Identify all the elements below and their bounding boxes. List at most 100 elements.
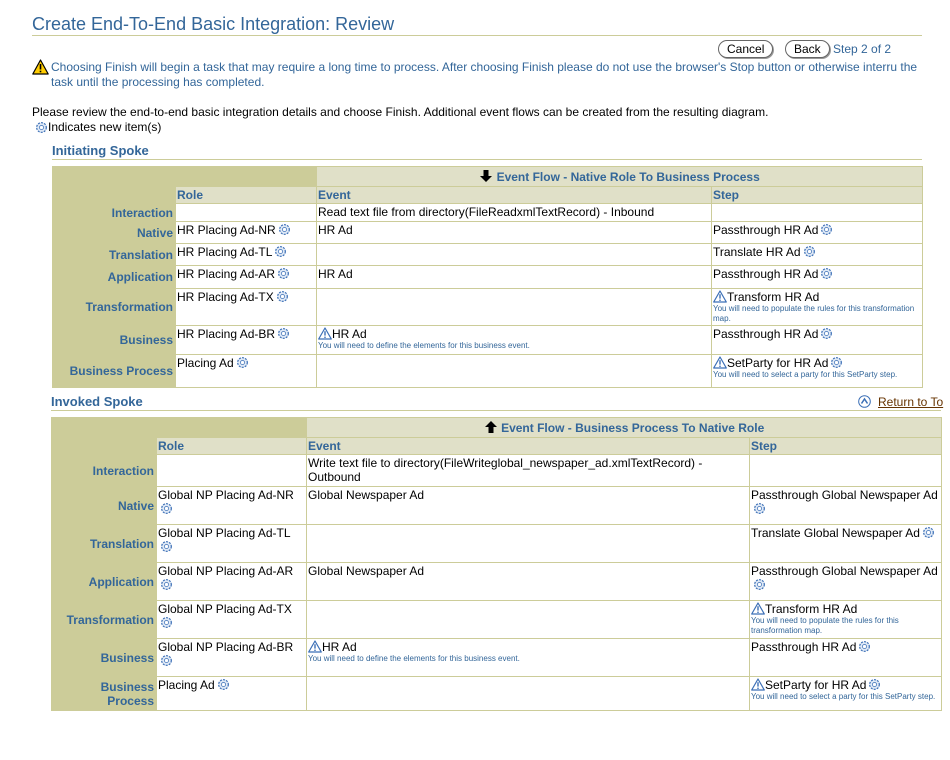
role-cell: HR Placing Ad-TL xyxy=(175,243,317,266)
review-instructions: Please review the end-to-end basic integ… xyxy=(32,105,769,119)
role-cell: HR Placing Ad-NR xyxy=(175,221,317,244)
role-cell: HR Placing Ad-AR xyxy=(175,265,317,289)
step-name: SetParty for HR Ad xyxy=(727,356,829,370)
table-row: Business Process Placing Ad SetParty for H… xyxy=(52,354,923,388)
step-column-header: Step xyxy=(711,186,923,204)
step-column-header: Step xyxy=(749,437,942,455)
step-name: Transform HR Ad xyxy=(765,602,858,616)
event-name: HR Ad xyxy=(322,640,357,654)
event-flow-header: Event Flow - Business Process To Native … xyxy=(306,417,942,438)
step-name: Passthrough Global Newspaper Ad xyxy=(751,564,938,578)
role-name: Global NP Placing Ad-AR xyxy=(158,564,294,578)
new-item-icon xyxy=(803,245,816,258)
new-item-icon xyxy=(217,678,230,691)
role-column-header: Role xyxy=(156,437,307,455)
row-label: Business Process xyxy=(52,354,176,388)
new-item-icon xyxy=(236,356,249,369)
row-label: Translation xyxy=(51,524,157,563)
step-name: Transform HR Ad xyxy=(727,290,820,304)
new-item-icon xyxy=(160,616,173,629)
back-button[interactable]: Back xyxy=(785,40,830,58)
table-row: Translation HR Placing Ad-TL Translate HR … xyxy=(52,243,923,266)
role-name: HR Placing Ad-TX xyxy=(177,290,274,304)
section-divider xyxy=(51,410,941,411)
row-label: Business xyxy=(52,325,176,355)
invoked-spoke-table: Event Flow - Business Process To Native … xyxy=(51,417,942,711)
table-row: Translation Global NP Placing Ad-TL Transl… xyxy=(51,524,942,563)
table-row: Transformation Global NP Placing Ad-TX Tra… xyxy=(51,600,942,639)
warning-icon xyxy=(751,602,765,615)
new-item-icon xyxy=(820,223,833,236)
event-column-header: Event xyxy=(316,186,712,204)
new-item-legend: Indicates new item(s) xyxy=(48,120,162,134)
warning-icon xyxy=(713,356,727,369)
step-cell: Passthrough HR Ad xyxy=(749,638,942,677)
role-name: HR Placing Ad-NR xyxy=(177,223,276,237)
step-indicator: Step 2 of 2 xyxy=(833,42,892,56)
row-label: Application xyxy=(51,562,157,601)
event-cell xyxy=(306,524,750,563)
step-cell: Transform HR Ad You will need to populate… xyxy=(749,600,942,639)
new-item-icon xyxy=(922,526,935,539)
page-title: Create End-To-End Basic Integration: Rev… xyxy=(32,14,395,34)
role-name: HR Placing Ad-TL xyxy=(177,245,273,259)
role-cell: Global NP Placing Ad-TX xyxy=(156,600,307,639)
role-cell: Global NP Placing Ad-TL xyxy=(156,524,307,563)
table-row: Application HR Placing Ad-AR HR Ad Passthro… xyxy=(52,265,923,289)
new-item-icon xyxy=(278,223,291,236)
warning-message: Choosing Finish will begin a task that m… xyxy=(51,60,918,89)
row-label: Business Process xyxy=(51,676,157,711)
event-cell: Read text file from directory(FileReadxm… xyxy=(316,203,712,222)
step-cell: SetParty for HR Ad You will need to selec… xyxy=(711,354,923,388)
row-label: Transformation xyxy=(52,288,176,326)
row-label: Business xyxy=(51,638,157,677)
step-name: SetParty for HR Ad xyxy=(765,678,867,692)
event-column-header: Event xyxy=(306,437,750,455)
event-cell: Write text file to directory(FileWritegl… xyxy=(306,454,750,487)
warning-icon xyxy=(318,327,332,340)
corner-cell xyxy=(51,417,157,455)
event-flow-title: Event Flow - Native Role To Business Pro… xyxy=(496,170,760,184)
event-name: HR Ad xyxy=(318,223,353,237)
role-cell: HR Placing Ad-BR xyxy=(175,325,317,355)
event-cell xyxy=(316,354,712,388)
event-cell xyxy=(306,600,750,639)
new-item-icon xyxy=(35,121,48,134)
step-name: Passthrough HR Ad xyxy=(713,223,819,237)
event-name: Global Newspaper Ad xyxy=(308,564,425,578)
row-label: Interaction xyxy=(51,454,157,487)
corner-cell xyxy=(52,166,176,204)
step-note: You will need to populate the rules for … xyxy=(751,616,899,635)
table-row: Native HR Placing Ad-NR HR Ad Passthrough H… xyxy=(52,221,923,244)
table-row: Business HR Placing Ad-BR HR Ad You will ne… xyxy=(52,325,923,355)
role-cell: Placing Ad xyxy=(175,354,317,388)
cancel-button[interactable]: Cancel xyxy=(718,40,774,58)
event-flow-title: Event Flow - Business Process To Native … xyxy=(501,421,765,435)
step-cell: Translate Global Newspaper Ad xyxy=(749,524,942,563)
role-cell xyxy=(156,454,307,487)
role-name: Global NP Placing Ad-BR xyxy=(158,640,294,654)
event-note: You will need to define the elements for… xyxy=(308,654,520,663)
step-cell: Passthrough HR Ad xyxy=(711,265,923,289)
role-name: HR Placing Ad-AR xyxy=(177,267,276,281)
role-header-spacer xyxy=(175,166,317,187)
new-item-icon xyxy=(160,540,173,553)
step-name: Translate HR Ad xyxy=(713,245,801,259)
role-cell: Placing Ad xyxy=(156,676,307,711)
row-label: Application xyxy=(52,265,176,289)
table-row: Business Process Placing Ad SetParty for H… xyxy=(51,676,942,711)
event-cell: HR Ad xyxy=(316,221,712,244)
new-item-icon xyxy=(160,502,173,515)
role-cell: Global NP Placing Ad-BR xyxy=(156,638,307,677)
table-row: Interaction Read text file from directory… xyxy=(52,203,923,222)
role-name: Global NP Placing Ad-TX xyxy=(158,602,292,616)
arrow-down-icon xyxy=(480,170,493,182)
step-cell xyxy=(749,454,942,487)
step-name: Translate Global Newspaper Ad xyxy=(751,526,920,540)
step-cell xyxy=(711,203,923,222)
return-to-top-link[interactable]: Return to To xyxy=(860,395,950,409)
event-cell xyxy=(316,288,712,326)
event-cell xyxy=(316,243,712,266)
step-cell: Passthrough HR Ad xyxy=(711,325,923,355)
new-item-icon xyxy=(274,245,287,258)
